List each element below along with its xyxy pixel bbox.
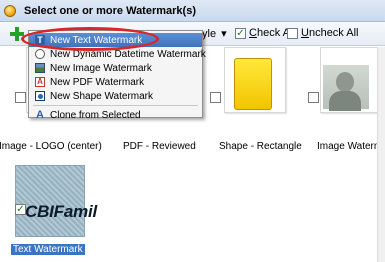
menu-item-label: New PDF Watermark — [50, 76, 145, 88]
uncheck-all-button[interactable]: Uncheck All — [287, 27, 358, 39]
style-dropdown-button[interactable]: yle ▾ — [202, 27, 227, 41]
add-icon[interactable] — [9, 26, 25, 42]
menu-item-label: New Image Watermark — [50, 62, 152, 74]
title-bar: Select one or more Watermark(s) — [0, 0, 385, 22]
datetime-icon — [35, 49, 45, 59]
style-label: yle — [202, 27, 217, 40]
menu-separator — [33, 105, 198, 106]
watermark-caption-selected: Text Watermark — [11, 244, 85, 255]
text-watermark-preview: CBIFamil — [25, 202, 98, 221]
uncheck-all-checkbox[interactable] — [287, 27, 298, 39]
menu-item-new-shape-watermark[interactable]: New Shape Watermark — [29, 89, 202, 103]
chevron-down-icon: ▾ — [221, 28, 227, 40]
app-icon — [4, 4, 16, 17]
watermark-caption: PDF - Reviewed — [123, 141, 196, 152]
check-all-button[interactable]: ✓ Check All — [235, 27, 295, 39]
vertical-scrollbar[interactable] — [377, 47, 385, 262]
menu-item-new-dynamic-datetime-watermark[interactable]: New Dynamic Datetime Watermark — [29, 47, 206, 61]
watermark-checkbox[interactable] — [210, 92, 221, 103]
watermark-thumbnail[interactable] — [15, 165, 85, 237]
portrait-image-preview — [323, 65, 369, 111]
menu-item-label: New Text Watermark — [50, 34, 143, 46]
menu-item-new-pdf-watermark[interactable]: A New PDF Watermark — [29, 75, 202, 89]
shape-rectangle-preview — [234, 58, 272, 110]
menu-item-new-text-watermark[interactable]: T New Text Watermark — [29, 33, 202, 47]
window-title: Select one or more Watermark(s) — [24, 4, 196, 17]
watermark-caption: Image - LOGO (center) — [0, 141, 102, 152]
check-all-checkbox[interactable]: ✓ — [235, 27, 246, 39]
menu-item-label: New Dynamic Datetime Watermark — [50, 48, 206, 60]
watermark-checkbox[interactable] — [15, 92, 26, 103]
image-icon — [35, 63, 45, 73]
menu-item-label: Clone from Selected — [50, 109, 141, 121]
watermark-caption: Shape - Rectangle — [219, 141, 302, 152]
menu-item-label: New Shape Watermark — [50, 90, 153, 102]
shape-icon — [35, 91, 45, 101]
new-watermark-menu: T New Text Watermark New Dynamic Datetim… — [28, 30, 206, 121]
menu-item-clone-from-selected[interactable]: A Clone from Selected — [29, 108, 202, 122]
menu-item-new-image-watermark[interactable]: New Image Watermark — [29, 61, 202, 75]
watermark-checkbox[interactable] — [308, 92, 319, 103]
watermark-checkbox[interactable]: ✓ — [15, 204, 26, 215]
uncheck-all-label: Uncheck All — [301, 27, 359, 39]
watermark-caption: Image Watermark — [317, 141, 385, 152]
clone-icon: A — [36, 109, 44, 121]
pdf-icon: A — [35, 77, 45, 87]
text-watermark-icon: T — [35, 35, 45, 45]
